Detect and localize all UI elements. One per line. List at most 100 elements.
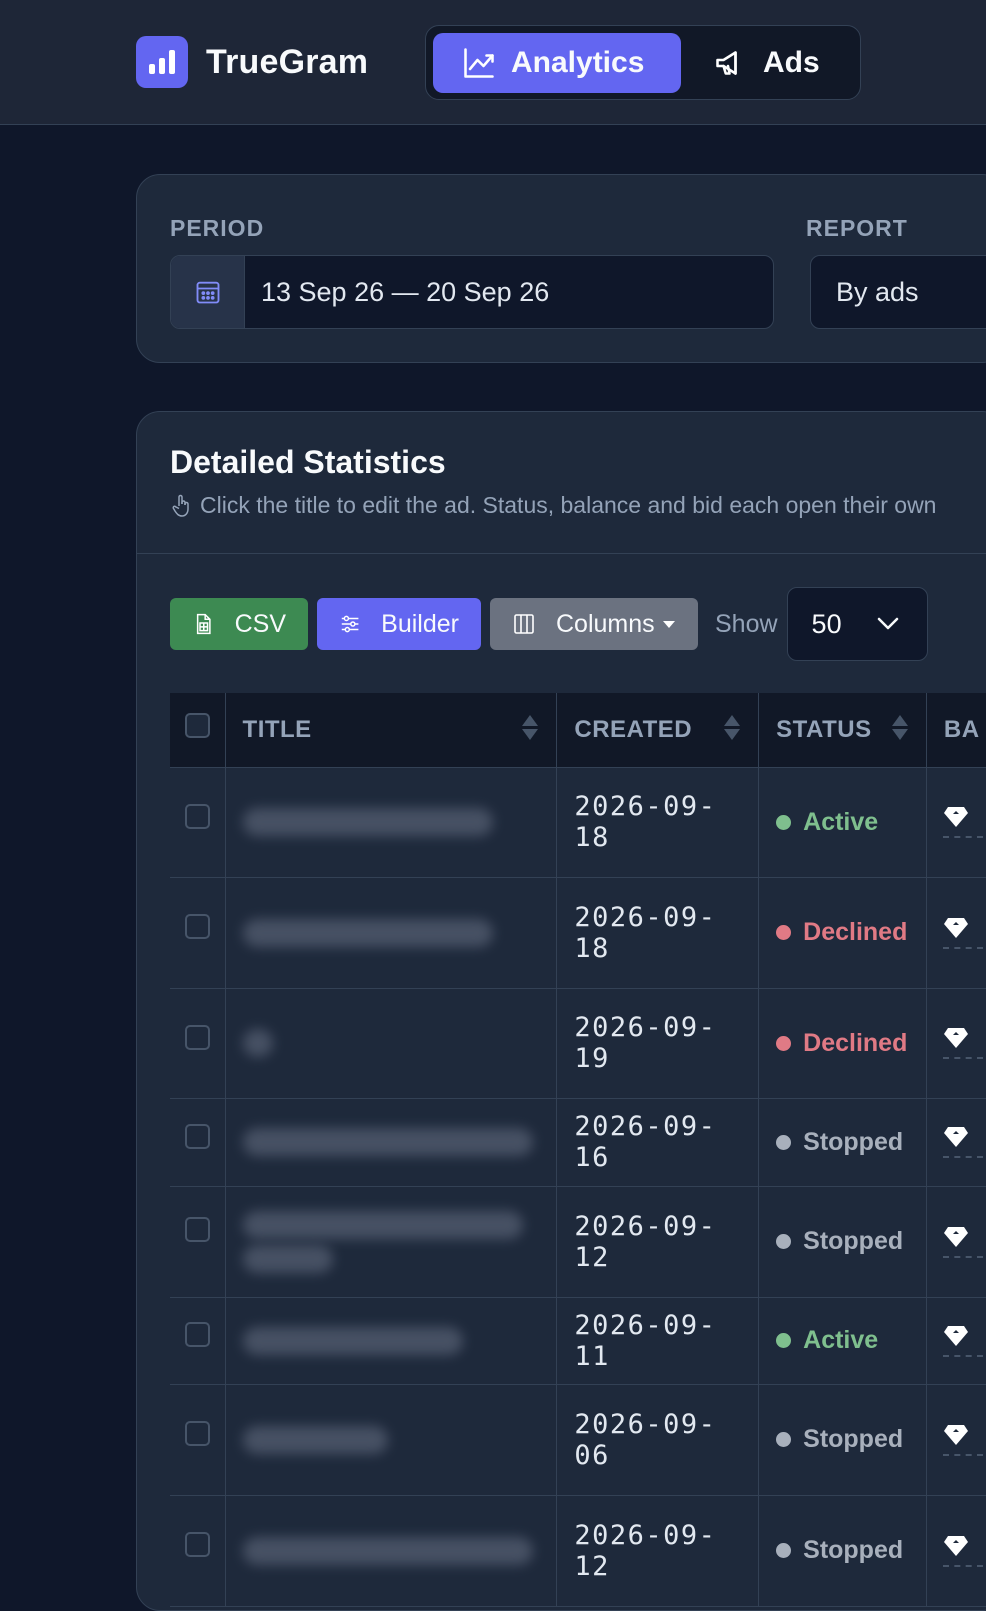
status-dot	[776, 814, 792, 830]
row-select-cell	[170, 1495, 226, 1607]
row-checkbox[interactable]	[184, 803, 210, 829]
status-cell[interactable]: Declined	[758, 988, 927, 1099]
status-cell[interactable]: Stopped	[758, 1186, 927, 1298]
column-header-created[interactable]: CREATED	[556, 693, 760, 768]
balance-cell[interactable]	[926, 1186, 986, 1298]
caret-down-icon	[662, 620, 675, 628]
balance-underline	[942, 1564, 983, 1567]
nav-ads[interactable]: Ads	[685, 33, 848, 93]
row-checkbox[interactable]	[184, 1322, 210, 1347]
bar-chart-logo-icon	[136, 36, 188, 88]
status-label: Stopped	[803, 1425, 904, 1453]
row-select-cell	[170, 1098, 226, 1187]
table-row[interactable]: 2026-09-12 Stopped	[170, 1495, 986, 1607]
table-row[interactable]: 2026-09-11 Active	[170, 1297, 986, 1385]
status-dot	[776, 1134, 792, 1150]
balance-cell[interactable]	[926, 1495, 986, 1607]
balance-underline	[942, 1156, 983, 1158]
status-label: Active	[803, 1326, 879, 1354]
period-label: PERIOD	[170, 215, 265, 241]
status-label: Stopped	[803, 1127, 904, 1156]
balance-cell[interactable]	[926, 1098, 986, 1187]
brand[interactable]: TrueGram	[136, 36, 368, 88]
row-checkbox[interactable]	[184, 1123, 210, 1149]
ad-title-cell[interactable]	[225, 1297, 558, 1385]
created-header-label: CREATED	[574, 715, 693, 743]
balance-cell[interactable]	[926, 988, 986, 1099]
table-row[interactable]: 2026-09-16 Stopped	[170, 1098, 986, 1187]
row-checkbox[interactable]	[184, 1421, 210, 1446]
ad-title-cell[interactable]	[225, 1384, 558, 1496]
created-date: 2026-09-12	[556, 1495, 760, 1607]
calendar-icon	[171, 256, 245, 328]
status-header-label: STATUS	[776, 715, 872, 743]
nav-analytics[interactable]: Analytics	[433, 32, 681, 93]
ad-title-cell[interactable]	[225, 988, 558, 1099]
report-select[interactable]: By ads	[810, 255, 986, 329]
gem-icon	[943, 1535, 968, 1556]
period-picker[interactable]: 13 Sep 26 — 20 Sep 26	[170, 255, 774, 329]
status-cell[interactable]: Declined	[758, 877, 927, 989]
column-header-title[interactable]: TITLE	[225, 693, 558, 768]
column-header-balance[interactable]: BA	[926, 693, 986, 768]
balance-cell[interactable]	[926, 767, 986, 878]
balance-cell[interactable]	[926, 1384, 986, 1496]
ad-title-cell[interactable]	[225, 767, 558, 878]
page-size-select[interactable]: 50	[786, 587, 928, 661]
table-row[interactable]: 2026-09-18 Declined	[170, 877, 986, 989]
row-checkbox[interactable]	[184, 1217, 210, 1242]
csv-label: CSV	[234, 609, 286, 638]
csv-export-button[interactable]: CSV	[170, 598, 308, 650]
table-header-row: TITLE CREATED STATUS BA	[170, 693, 986, 768]
main-nav: Analytics Ads	[425, 25, 861, 100]
status-dot	[776, 1432, 792, 1447]
row-select-cell	[170, 988, 226, 1099]
ad-title-cell[interactable]	[225, 1186, 558, 1298]
ad-title-cell[interactable]	[225, 1495, 558, 1607]
table-row[interactable]: 2026-09-18 Active	[170, 767, 986, 878]
ad-title-cell[interactable]	[225, 877, 558, 989]
report-label: REPORT	[806, 215, 908, 241]
created-date: 2026-09-18	[556, 877, 760, 989]
status-label: Declined	[803, 918, 908, 946]
status-dot	[776, 925, 792, 940]
select-all-checkbox[interactable]	[184, 713, 210, 739]
sliders-icon	[341, 615, 359, 633]
nav-analytics-label: Analytics	[511, 45, 645, 79]
status-cell[interactable]: Active	[758, 1297, 927, 1385]
columns-icon	[514, 614, 534, 634]
balance-cell[interactable]	[926, 1297, 986, 1385]
created-date: 2026-09-06	[556, 1384, 760, 1496]
sort-icon	[891, 715, 908, 740]
row-select-cell	[170, 877, 226, 989]
table-row[interactable]: 2026-09-19 Declined	[170, 988, 986, 1099]
row-checkbox[interactable]	[184, 914, 210, 939]
balance-underline	[942, 1255, 983, 1258]
created-date: 2026-09-12	[556, 1186, 760, 1298]
app-name: TrueGram	[206, 42, 369, 81]
columns-dropdown-button[interactable]: Columns	[490, 598, 698, 650]
row-select-cell	[170, 1186, 226, 1298]
column-header-status[interactable]: STATUS	[758, 693, 927, 768]
status-cell[interactable]: Stopped	[758, 1098, 927, 1187]
period-value: 13 Sep 26 — 20 Sep 26	[261, 276, 550, 307]
filters-card: PERIOD 13 Sep 26 — 20 Sep 26 REPORT By a…	[136, 174, 986, 363]
table-row[interactable]: 2026-09-12 Stopped	[170, 1186, 986, 1298]
balance-header-label: BA	[943, 715, 980, 743]
sort-icon	[724, 715, 741, 740]
status-cell[interactable]: Stopped	[758, 1495, 927, 1607]
builder-button[interactable]: Builder	[317, 598, 481, 650]
balance-underline	[942, 1354, 983, 1357]
table-row[interactable]: 2026-09-06 Stopped	[170, 1384, 986, 1496]
status-cell[interactable]: Active	[758, 767, 927, 878]
gem-icon	[943, 807, 968, 827]
row-checkbox[interactable]	[184, 1532, 210, 1557]
status-cell[interactable]: Stopped	[758, 1384, 927, 1496]
row-checkbox[interactable]	[184, 1024, 210, 1050]
stats-title: Detailed Statistics	[170, 444, 446, 480]
balance-cell[interactable]	[926, 877, 986, 989]
ad-title-cell[interactable]	[225, 1098, 558, 1187]
balance-underline	[942, 946, 983, 949]
gem-icon	[943, 1028, 968, 1048]
status-label: Stopped	[803, 1536, 904, 1564]
